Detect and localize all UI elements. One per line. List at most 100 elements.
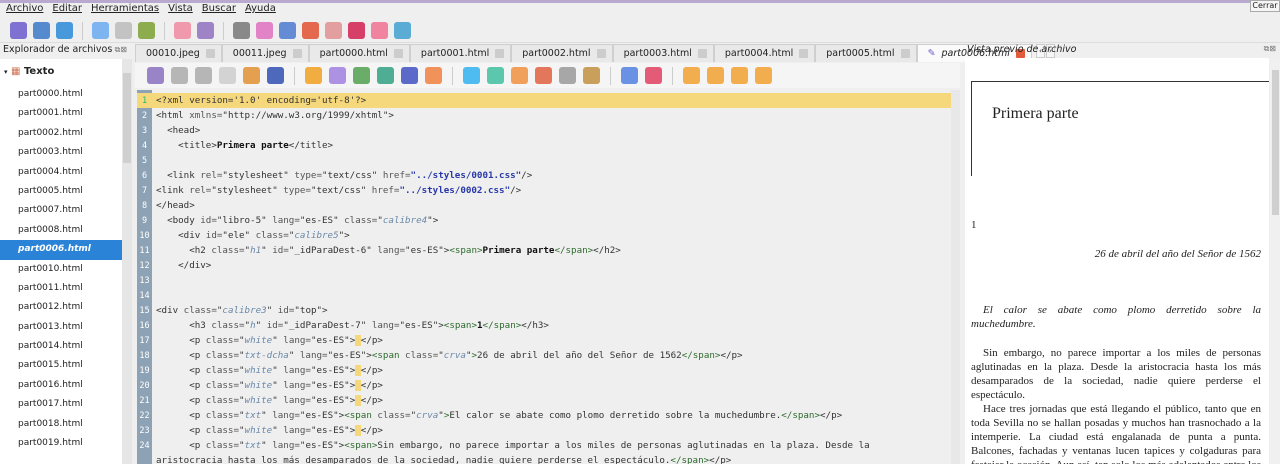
align-left-icon[interactable] — [683, 67, 700, 84]
underline-icon[interactable] — [511, 67, 528, 84]
metadata-icon[interactable] — [256, 22, 273, 39]
tab-close-icon[interactable] — [292, 49, 302, 58]
report-icon[interactable] — [394, 22, 411, 39]
subscript-icon[interactable] — [559, 67, 576, 84]
tab-part0005-html[interactable]: part0005.html — [815, 44, 917, 62]
editor-scrollbar[interactable] — [951, 90, 960, 464]
menu-editar[interactable]: Editar — [52, 3, 82, 17]
tab-close-icon[interactable] — [799, 49, 809, 58]
tab-close-icon[interactable] — [596, 49, 606, 58]
file-item[interactable]: part0006.html — [0, 240, 122, 260]
file-item[interactable]: part0011.html — [0, 279, 122, 298]
file-item[interactable]: part0010.html — [0, 260, 122, 279]
menu-buscar[interactable]: Buscar — [202, 3, 236, 17]
heading-icon[interactable] — [425, 67, 442, 84]
preview-scrollbar[interactable] — [1270, 58, 1280, 464]
expand-icon[interactable]: ▾ — [4, 68, 8, 76]
tab-close-icon[interactable] — [900, 49, 910, 58]
strike-icon[interactable] — [535, 67, 552, 84]
file-item[interactable]: part0019.html — [0, 434, 122, 453]
menu-herramientas[interactable]: Herramientas — [91, 3, 159, 17]
italic-icon[interactable] — [487, 67, 504, 84]
settings-icon[interactable] — [329, 67, 346, 84]
align-right-icon[interactable] — [731, 67, 748, 84]
code-editor[interactable]: 1 <?xml version='1.0' encoding='utf-8'?> 2… — [137, 90, 951, 464]
redo-icon[interactable] — [171, 67, 188, 84]
file-item[interactable]: part0018.html — [0, 415, 122, 434]
back-icon[interactable] — [92, 22, 109, 39]
preview-icon[interactable] — [401, 67, 418, 84]
pin-icon[interactable] — [138, 22, 155, 39]
code-token: </h3> — [521, 320, 549, 331]
superscript-icon[interactable] — [583, 67, 600, 84]
tab-close-icon[interactable] — [495, 49, 505, 58]
sidebar-scrollbar[interactable] — [122, 59, 132, 464]
open-icon[interactable] — [33, 22, 50, 39]
tab-close-icon[interactable] — [697, 49, 707, 58]
file-item[interactable]: part0015.html — [0, 356, 122, 375]
tab-00010-jpeg[interactable]: 00010.jpeg — [135, 44, 222, 62]
regex-icon[interactable] — [302, 22, 319, 39]
heart-icon[interactable] — [174, 22, 191, 39]
quote-icon[interactable] — [348, 22, 365, 39]
book-icon[interactable] — [197, 22, 214, 39]
file-item[interactable]: part0005.html — [0, 182, 122, 201]
link-icon[interactable] — [377, 67, 394, 84]
main-toolbar — [0, 19, 1280, 43]
tab-00011-jpeg[interactable]: 00011.jpeg — [221, 44, 309, 62]
code-token: </head> — [156, 200, 195, 211]
html-tag-icon[interactable] — [305, 67, 322, 84]
menu-bar: Archivo Editar Herramientas Vista Buscar Ayud… — [0, 3, 1280, 17]
menu-vista[interactable]: Vista — [168, 3, 193, 17]
file-item[interactable]: part0000.html — [0, 85, 122, 104]
tree-root-texto[interactable]: ▾ ▦ Texto — [0, 59, 122, 85]
panel-close-icon[interactable]: ⧉⊠ — [115, 45, 127, 55]
code-token: lang= — [377, 245, 406, 256]
tab-part0004-html[interactable]: part0004.html — [713, 44, 816, 62]
file-item[interactable]: part0012.html — [0, 298, 122, 317]
tab-close-icon[interactable] — [393, 49, 403, 58]
tab-close-icon[interactable] — [205, 49, 215, 58]
bold-icon[interactable] — [463, 67, 480, 84]
save-icon[interactable] — [56, 22, 73, 39]
clean-icon[interactable] — [621, 67, 638, 84]
tab-part0003-html[interactable]: part0003.html — [612, 44, 714, 62]
align-center-icon[interactable] — [707, 67, 724, 84]
new-book-icon[interactable] — [10, 22, 27, 39]
file-item[interactable]: part0016.html — [0, 376, 122, 395]
undo-icon[interactable] — [147, 67, 164, 84]
tab-part0001-html[interactable]: part0001.html — [409, 44, 512, 62]
file-item[interactable]: part0017.html — [0, 395, 122, 414]
close-button[interactable]: Cerrar — [1250, 0, 1280, 12]
menu-archivo[interactable]: Archivo — [6, 3, 43, 17]
tab-part0002-html[interactable]: part0002.html — [511, 44, 613, 62]
code-token: " — [272, 380, 284, 391]
file-item[interactable]: part0014.html — [0, 337, 122, 356]
paste-icon[interactable] — [243, 67, 260, 84]
code-token: class= — [205, 365, 239, 376]
toc-icon[interactable] — [279, 22, 296, 39]
file-item[interactable]: part0013.html — [0, 318, 122, 337]
clip-icon[interactable] — [371, 22, 388, 39]
line-number: 14 — [139, 291, 150, 301]
file-item[interactable]: part0003.html — [0, 143, 122, 162]
font-icon[interactable] — [325, 22, 342, 39]
image-icon[interactable] — [353, 67, 370, 84]
cut-icon[interactable] — [195, 67, 212, 84]
panel-close-icon[interactable]: ⧉⊠ — [1264, 44, 1276, 54]
file-item[interactable]: part0007.html — [0, 201, 122, 220]
code-token: <p — [156, 410, 206, 421]
justify-icon[interactable] — [755, 67, 772, 84]
forward-icon[interactable] — [115, 22, 132, 39]
file-item[interactable]: part0001.html — [0, 104, 122, 123]
spellcheck-icon[interactable] — [233, 22, 250, 39]
file-item[interactable]: part0008.html — [0, 221, 122, 240]
menu-ayuda[interactable]: Ayuda — [245, 3, 276, 17]
tab-part0000-html[interactable]: part0000.html — [308, 44, 410, 62]
line-number: 10 — [139, 231, 150, 241]
file-item[interactable]: part0002.html — [0, 124, 122, 143]
eraser-icon[interactable] — [645, 67, 662, 84]
comment-icon[interactable] — [267, 67, 284, 84]
file-item[interactable]: part0004.html — [0, 163, 122, 182]
copy-icon[interactable] — [219, 67, 236, 84]
